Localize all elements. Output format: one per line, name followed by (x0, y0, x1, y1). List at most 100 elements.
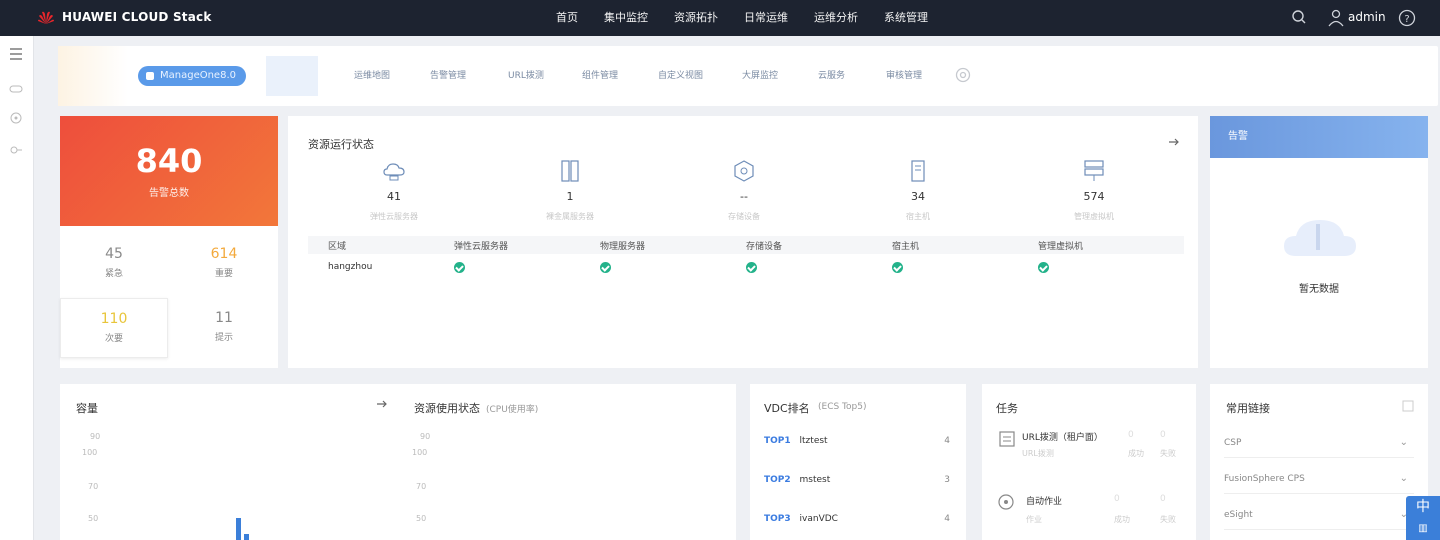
tab-custom-view[interactable]: 自定义视图 (658, 68, 703, 81)
vdc-title: VDC排名 (764, 402, 810, 415)
stat-minor[interactable]: 110 次要 (60, 298, 168, 358)
task-job-fail: 0 (1160, 494, 1166, 504)
task-job-name[interactable]: 自动作业 (1026, 494, 1062, 507)
empty-cloud-icon (1284, 220, 1356, 256)
user-icon[interactable] (1328, 9, 1344, 27)
th-physical: 物理服务器 (600, 242, 646, 252)
common-links-card: 常用链接 CSP ⌄ FusionSphere CPS ⌄ eSight ⌄ (1210, 384, 1428, 540)
user-name[interactable]: admin (1348, 10, 1386, 24)
vdc-row[interactable]: TOP1 ltztest 4 (764, 436, 950, 446)
tab-url-probe[interactable]: URL拨测 (508, 68, 544, 81)
resource-status-title: 资源运行状态 (308, 138, 374, 151)
sidebar (0, 36, 34, 540)
bare-metal-icon (561, 160, 579, 182)
search-icon[interactable] (1291, 9, 1307, 25)
tab-cloud-service[interactable]: 云服务 (818, 68, 845, 81)
tab-audit-mgmt[interactable]: 审核管理 (886, 68, 922, 81)
version-chip[interactable]: ManageOne8.0 (138, 66, 246, 86)
tab-active-home[interactable] (266, 56, 318, 96)
th-ecs: 弹性云服务器 (454, 242, 509, 252)
alarm-panel: 告警 暂无数据 (1210, 116, 1428, 368)
row-region: hangzhou (328, 262, 373, 272)
task-url-name[interactable]: URL拨测（租户面） (1022, 430, 1103, 443)
resource-host-label: 宿主机 (906, 212, 930, 221)
resource-storage-value: -- (740, 190, 748, 203)
vdc-ranking-card: VDC排名 (ECS Top5) TOP1 ltztest 4 TOP2 mst… (750, 384, 966, 540)
nav-analysis[interactable]: 运维分析 (814, 0, 858, 36)
resource-ecs-label: 弹性云服务器 (370, 212, 418, 221)
resource-ecs-value: 41 (387, 190, 401, 203)
vdc-row[interactable]: TOP3 ivanVDC 4 (764, 514, 950, 524)
vdc-row[interactable]: TOP2 mstest 3 (764, 475, 950, 485)
task-url-success-label: 成功 (1128, 449, 1144, 458)
task-url-fail: 0 (1160, 430, 1166, 440)
resource-storage[interactable]: -- 存储设备 (694, 160, 794, 222)
tab-big-screen[interactable]: 大屏监控 (742, 68, 778, 81)
capacity-title: 容量 (76, 402, 98, 415)
auto-job-icon (998, 494, 1014, 510)
key-icon[interactable] (8, 142, 24, 158)
arrow-right-icon[interactable] (376, 398, 388, 410)
tab-ops-map[interactable]: 运维地图 (354, 68, 390, 81)
svg-text:?: ? (1404, 14, 1409, 25)
resource-mgmt-vm[interactable]: 574 管理虚拟机 (1044, 160, 1144, 222)
tab-alarm-mgmt[interactable]: 告警管理 (430, 68, 466, 81)
stat-critical[interactable]: 45 紧急 (60, 234, 168, 294)
resource-host[interactable]: 34 宿主机 (868, 160, 968, 222)
vdc-subtitle: (ECS Top5) (818, 402, 867, 412)
resource-mgmt-vm-label: 管理虚拟机 (1074, 212, 1114, 221)
vdc-rank: TOP1 (764, 436, 791, 446)
chevron-down-icon: ⌄ (1399, 437, 1408, 448)
nav-monitoring[interactable]: 集中监控 (604, 0, 648, 36)
task-job-fail-label: 失败 (1160, 515, 1176, 524)
main-content: ManageOne8.0 运维地图 告警管理 URL拨测 组件管理 自定义视图 … (34, 36, 1440, 540)
nav-home[interactable]: 首页 (556, 0, 578, 36)
nav-topology[interactable]: 资源拓扑 (674, 0, 718, 36)
resource-status-card: 资源运行状态 41 弹性云服务器 1 裸金属服务器 -- 存储设备 34 宿主机… (288, 116, 1198, 368)
stat-minor-label: 次要 (104, 334, 123, 344)
stat-warning[interactable]: 11 提示 (170, 298, 278, 358)
resource-bms[interactable]: 1 裸金属服务器 (520, 160, 620, 222)
th-host: 宿主机 (892, 242, 920, 252)
usage-subtitle: (CPU使用率) (486, 405, 539, 415)
cloud-icon[interactable] (8, 80, 24, 96)
stat-major[interactable]: 614 重要 (170, 234, 278, 294)
tasks-title: 任务 (996, 402, 1018, 415)
nav-system[interactable]: 系统管理 (884, 0, 928, 36)
settings-icon[interactable] (8, 110, 24, 126)
link-csp-label: CSP (1224, 438, 1242, 448)
task-url-fail-label: 失败 (1160, 449, 1176, 458)
usage-tick: 70 (416, 482, 427, 491)
nav-daily-ops[interactable]: 日常运维 (744, 0, 788, 36)
version-chip-label: ManageOne8.0 (160, 70, 236, 81)
alarm-panel-header[interactable]: 告警 (1210, 116, 1428, 158)
tab-component-mgmt[interactable]: 组件管理 (582, 68, 618, 81)
resource-host-value: 34 (911, 190, 925, 203)
help-icon[interactable]: ? (1398, 9, 1416, 27)
alarm-total-value: 840 (135, 142, 203, 180)
input-method-button[interactable]: 中 ▥ (1406, 496, 1440, 540)
vdc-count: 3 (944, 475, 950, 485)
link-esight[interactable]: eSight ⌄ (1224, 500, 1414, 530)
link-csp[interactable]: CSP ⌄ (1224, 428, 1414, 458)
menu-icon[interactable] (8, 46, 24, 62)
tab-settings-icon[interactable] (954, 66, 972, 84)
th-mgmt-vm: 管理虚拟机 (1038, 242, 1084, 252)
alarm-total-card[interactable]: 840 告警总数 (60, 116, 278, 226)
capacity-bar (244, 534, 249, 540)
links-title: 常用链接 (1226, 402, 1270, 415)
arrow-right-icon[interactable] (1168, 136, 1180, 148)
capacity-usage-card: 容量 90 100 70 50 资源使用状态 (CPU使用率) 90 100 7… (60, 384, 736, 540)
edit-icon[interactable] (1402, 400, 1414, 412)
top-bar: HUAWEI CLOUD Stack 首页 集中监控 资源拓扑 日常运维 运维分… (0, 0, 1440, 36)
empty-state-text: 暂无数据 (1299, 284, 1339, 295)
capacity-tick: 70 (88, 482, 99, 491)
resource-ecs[interactable]: 41 弹性云服务器 (344, 160, 444, 222)
stat-critical-label: 紧急 (104, 269, 123, 279)
vdc-name: mstest (799, 475, 831, 485)
task-job-sub: 作业 (1026, 515, 1042, 524)
capacity-tick: 100 (82, 448, 98, 457)
link-fusionsphere[interactable]: FusionSphere CPS ⌄ (1224, 464, 1414, 494)
chevron-down-icon: ⌄ (1399, 473, 1408, 484)
link-fusionsphere-label: FusionSphere CPS (1224, 474, 1305, 484)
